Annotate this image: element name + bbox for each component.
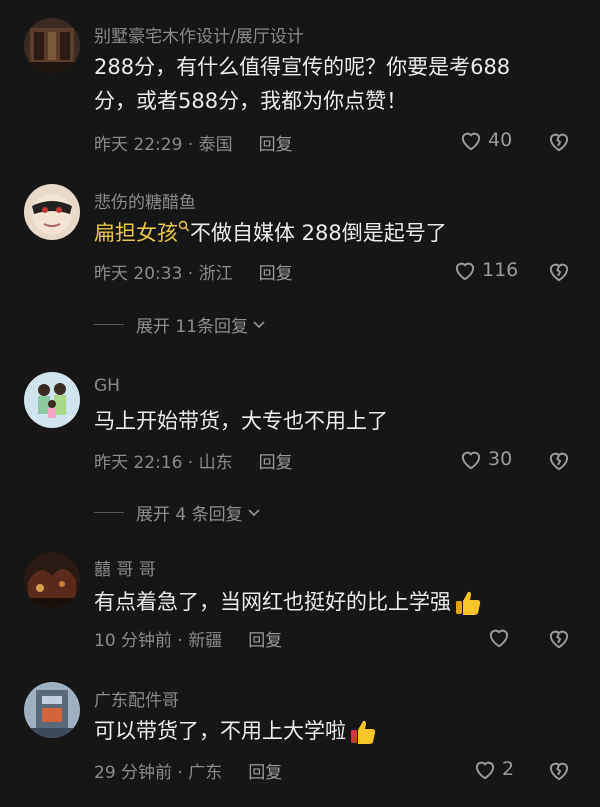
comment-time-location: 10 分钟前 · 新疆 bbox=[94, 631, 223, 651]
like-button[interactable]: 40 bbox=[458, 127, 512, 153]
reply-button[interactable]: 回复 bbox=[248, 758, 282, 783]
avatar[interactable] bbox=[24, 552, 80, 608]
thumbs-up-emoji-icon bbox=[456, 591, 481, 615]
chevron-down-icon bbox=[247, 508, 260, 516]
comment-text-body: 有点着急了，当网红也挺好的比上学强 bbox=[94, 590, 451, 614]
heart-icon bbox=[489, 629, 509, 648]
like-button[interactable]: 2 bbox=[472, 756, 514, 782]
comment-username[interactable]: 悲伤的糖醋鱼 bbox=[94, 188, 196, 213]
like-button[interactable]: 116 bbox=[452, 257, 518, 283]
comment-text: 288分，有什么值得宣传的呢？你要是考688分，或者588分，我都为你点赞！ bbox=[94, 55, 511, 113]
heart-icon bbox=[461, 451, 481, 470]
reply-button[interactable]: 回复 bbox=[259, 130, 293, 155]
avatar[interactable] bbox=[24, 18, 80, 74]
comment-text-body: 不做自媒体 288倒是起号了 bbox=[190, 221, 447, 245]
avatar-image bbox=[24, 682, 80, 738]
heart-icon bbox=[461, 132, 481, 151]
comment-text: 有点着急了，当网红也挺好的比上学强 bbox=[94, 585, 544, 619]
comment-time-location: 29 分钟前 · 广东 bbox=[94, 763, 223, 783]
avatar-image bbox=[24, 184, 80, 240]
reply-button[interactable]: 回复 bbox=[259, 259, 293, 284]
expand-replies-button[interactable]: 展开 4 条回复 bbox=[94, 500, 261, 525]
dislike-broken-heart-icon[interactable] bbox=[546, 128, 572, 154]
comment-username[interactable]: 别墅豪宅木作设计/展厅设计 bbox=[94, 22, 304, 47]
comment-username[interactable]: GH bbox=[94, 376, 120, 396]
comment-time-location: 昨天 22:29 · 泰国 bbox=[94, 135, 233, 155]
comment-meta: 昨天 22:29 · 泰国 回复 bbox=[94, 130, 293, 155]
mention-link[interactable]: 扁担女孩 bbox=[94, 221, 178, 245]
chevron-down-icon bbox=[253, 320, 265, 328]
dislike-broken-heart-icon[interactable] bbox=[546, 258, 572, 284]
comment-time-location: 昨天 22:16 · 山东 bbox=[94, 453, 233, 473]
like-count: 116 bbox=[482, 259, 519, 281]
like-count: 40 bbox=[488, 129, 513, 151]
comment-meta: 29 分钟前 · 广东 回复 bbox=[94, 758, 282, 783]
comment-time-location: 昨天 20:33 · 浙江 bbox=[94, 264, 233, 284]
like-count: 2 bbox=[502, 758, 515, 780]
comment-meta: 昨天 20:33 · 浙江 回复 bbox=[94, 259, 293, 284]
comment-text: 马上开始带货，大专也不用上了 bbox=[94, 409, 388, 433]
heart-icon bbox=[455, 262, 475, 281]
comment-text: 扁担女孩 不做自媒体 288倒是起号了 bbox=[94, 216, 544, 250]
reply-button[interactable]: 回复 bbox=[248, 626, 282, 651]
avatar-image bbox=[24, 552, 80, 608]
avatar[interactable] bbox=[24, 184, 80, 240]
comment-username[interactable]: 广东配件哥 bbox=[94, 686, 179, 711]
avatar-image bbox=[24, 18, 80, 74]
like-button[interactable] bbox=[486, 624, 516, 650]
comment-meta: 10 分钟前 · 新疆 回复 bbox=[94, 626, 282, 651]
avatar[interactable] bbox=[24, 372, 80, 428]
expand-replies-label: 展开 11条回复 bbox=[136, 317, 249, 337]
heart-icon bbox=[475, 761, 495, 780]
divider-line bbox=[94, 512, 124, 513]
expand-replies-button[interactable]: 展开 11条回复 bbox=[94, 312, 266, 337]
like-count: 30 bbox=[488, 448, 513, 470]
reply-button[interactable]: 回复 bbox=[259, 448, 293, 473]
expand-replies-label: 展开 4 条回复 bbox=[136, 505, 243, 525]
avatar[interactable] bbox=[24, 682, 80, 738]
search-icon bbox=[178, 220, 190, 232]
like-button[interactable]: 30 bbox=[458, 446, 512, 472]
avatar-image bbox=[24, 372, 80, 428]
dislike-broken-heart-icon[interactable] bbox=[546, 447, 572, 473]
comment-meta: 昨天 22:16 · 山东 回复 bbox=[94, 448, 293, 473]
comment-text-body: 可以带货了，不用上大学啦 bbox=[94, 719, 346, 743]
divider-line bbox=[94, 324, 124, 325]
comment-text: 可以带货了，不用上大学啦 bbox=[94, 714, 544, 748]
dislike-broken-heart-icon[interactable] bbox=[546, 757, 572, 783]
comment-username[interactable]: 囍 哥 哥 bbox=[94, 555, 156, 580]
thumbs-up-emoji-icon bbox=[351, 720, 376, 744]
dislike-broken-heart-icon[interactable] bbox=[546, 625, 572, 651]
